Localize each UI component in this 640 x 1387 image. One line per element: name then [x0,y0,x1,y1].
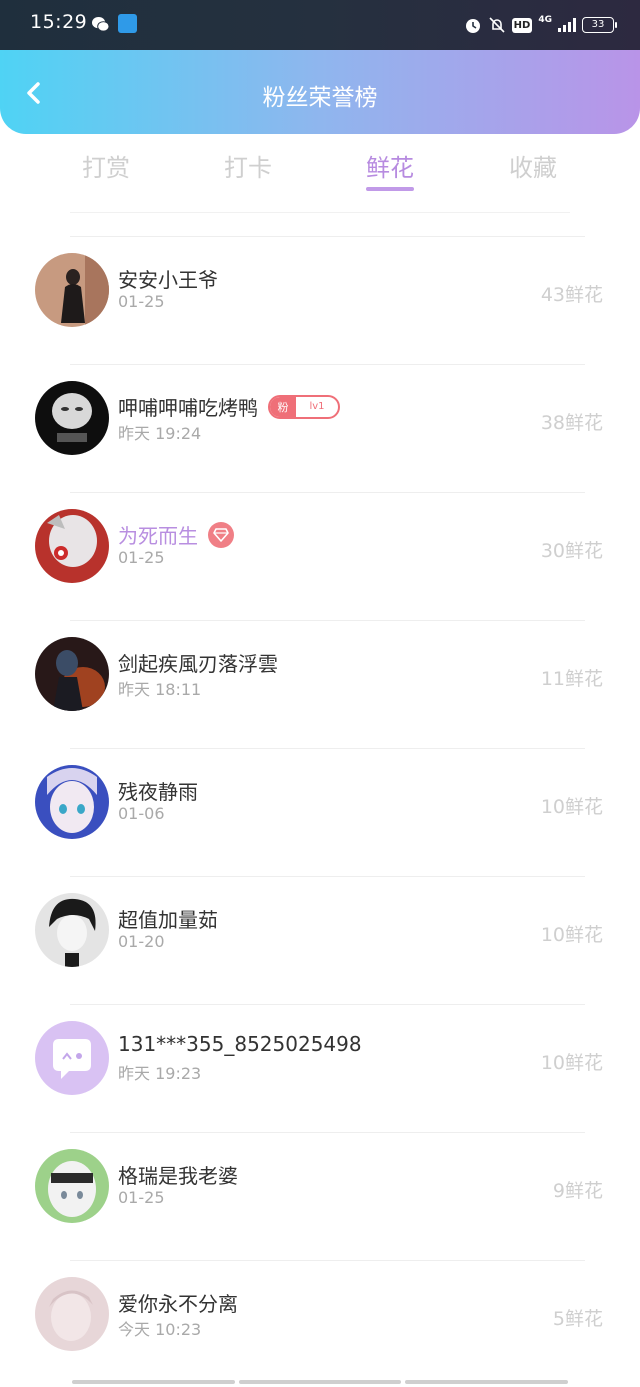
flower-count: 5鲜花 [552,1308,603,1330]
signal-icon [558,18,576,32]
tab-flowers[interactable]: 鲜花 [335,148,445,183]
avatar[interactable] [35,381,109,455]
flower-count: 10鲜花 [540,924,603,946]
avatar[interactable] [35,893,109,967]
divider [70,1132,585,1133]
user-date: 01-25 [118,292,165,311]
avatar[interactable] [35,1277,109,1351]
list-item[interactable]: 为死而生 01-25 30鲜花 [0,492,640,620]
divider [70,1260,585,1261]
user-date: 昨天 18:11 [118,680,202,699]
divider [70,620,585,621]
user-date: 01-06 [118,804,165,823]
flower-count: 43鲜花 [540,284,603,306]
list-item[interactable]: 格瑞是我老婆 01-25 9鲜花 [0,1132,640,1260]
scroll-indicator [72,1380,569,1384]
user-name[interactable]: 残夜静雨 [118,776,198,805]
fan-level-badge: 粉 lv1 [268,394,340,419]
tab-reward[interactable]: 打赏 [51,148,161,183]
battery-icon: 33 [582,17,617,33]
divider [70,212,570,213]
divider [70,1004,585,1005]
flower-count: 9鲜花 [552,1180,603,1202]
avatar[interactable] [35,1021,109,1095]
avatar[interactable] [35,509,109,583]
user-date: 昨天 19:23 [118,1064,202,1083]
divider [70,748,585,749]
alarm-icon [465,19,480,33]
flower-count: 10鲜花 [540,796,603,818]
status-icons: HD 4G 33 [464,14,617,36]
list-item[interactable]: 131***355_8525025498 昨天 19:23 10鲜花 [0,1004,640,1132]
status-time: 15:29 [30,11,88,33]
battery-level: 33 [591,19,605,30]
flower-count: 11鲜花 [540,668,603,690]
user-name[interactable]: 131***355_8525025498 [118,1032,362,1056]
tab-bar: 打赏 打卡 鲜花 收藏 [0,134,640,200]
status-bar: 15:29 HD 4G 33 [0,0,640,50]
flower-count: 30鲜花 [540,540,603,562]
header-bar: 粉丝荣誉榜 [0,50,640,134]
diamond-icon [208,521,234,548]
network-type: 4G [538,14,552,25]
avatar[interactable] [35,765,109,839]
divider [70,364,585,365]
user-date: 01-20 [118,932,165,951]
list-item[interactable]: 呷哺呷哺吃烤鸭 粉 lv1 昨天 19:24 38鲜花 [0,364,640,492]
tab-favorites[interactable]: 收藏 [478,148,588,183]
list-item[interactable]: 安安小王爷 01-25 43鲜花 [0,236,640,364]
list-item[interactable]: 剑起疾風刃落浮雲 昨天 18:11 11鲜花 [0,620,640,748]
divider [70,876,585,877]
user-date: 01-25 [118,1188,165,1207]
qq-icon [118,14,137,33]
avatar[interactable] [35,1149,109,1223]
user-date: 昨天 19:24 [118,424,202,443]
flower-count: 38鲜花 [540,412,603,434]
divider [70,492,585,493]
avatar[interactable] [35,637,109,711]
user-date: 01-25 [118,548,165,567]
list-item[interactable]: 爱你永不分离 今天 10:23 5鲜花 [0,1260,640,1387]
user-name[interactable]: 爱你永不分离 [118,1288,238,1317]
fan-badge-label: 粉 [270,396,296,417]
page-title: 粉丝荣誉榜 [262,85,378,111]
fan-badge-level: lv1 [309,401,325,412]
active-tab-indicator [366,187,414,191]
list-item[interactable]: 超值加量茹 01-20 10鲜花 [0,876,640,1004]
user-name[interactable]: 格瑞是我老婆 [118,1160,238,1189]
user-name[interactable]: 超值加量茹 [118,904,218,933]
tab-checkin[interactable]: 打卡 [193,148,303,183]
list-item[interactable]: 残夜静雨 01-06 10鲜花 [0,748,640,876]
avatar[interactable] [35,253,109,327]
hd-icon: HD [511,17,533,33]
user-name[interactable]: 为死而生 [118,520,198,549]
user-name[interactable]: 呷哺呷哺吃烤鸭 [118,392,258,421]
user-date: 今天 10:23 [118,1320,202,1339]
mute-bell-icon [489,17,505,33]
wechat-icon [92,16,110,32]
user-name[interactable]: 剑起疾風刃落浮雲 [118,648,278,677]
user-name[interactable]: 安安小王爷 [118,264,218,293]
divider [70,236,585,237]
flower-count: 10鲜花 [540,1052,603,1074]
